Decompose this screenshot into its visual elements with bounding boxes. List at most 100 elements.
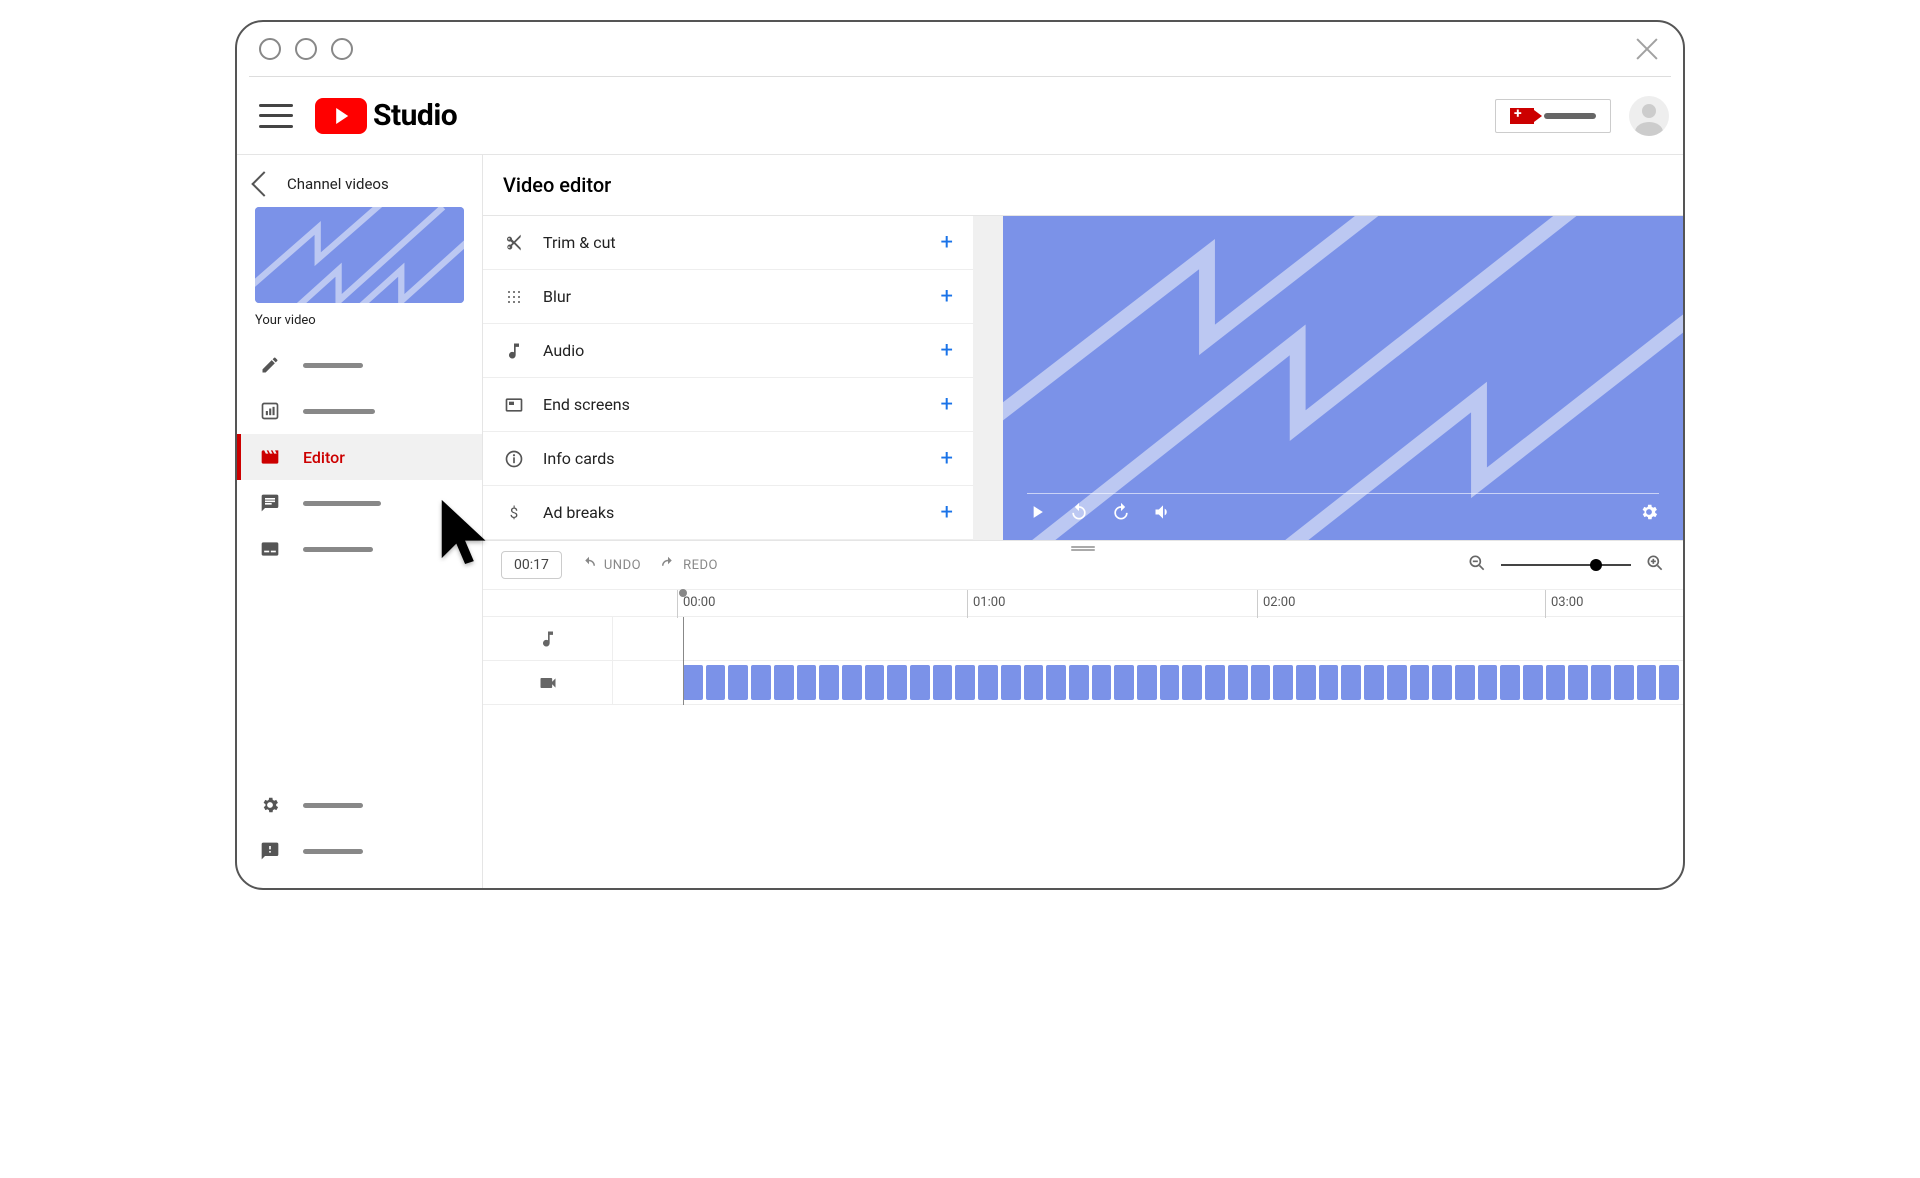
add-icon[interactable]: + <box>941 230 953 255</box>
create-video-icon <box>1510 108 1534 124</box>
clip-segment[interactable] <box>1500 665 1520 700</box>
clip-segment[interactable] <box>1614 665 1634 700</box>
forward10-icon[interactable] <box>1111 502 1131 526</box>
sidebar-item-comments[interactable] <box>237 480 482 526</box>
window-dot[interactable] <box>331 38 353 60</box>
clip-segment[interactable] <box>933 665 953 700</box>
clip-segment[interactable] <box>1114 665 1134 700</box>
clip-segment[interactable] <box>887 665 907 700</box>
sidebar-item-settings[interactable] <box>237 782 482 828</box>
clip-segment[interactable] <box>1637 665 1657 700</box>
clip-segment[interactable] <box>1659 665 1679 700</box>
playhead[interactable] <box>683 617 684 705</box>
audio-track[interactable] <box>613 617 1683 661</box>
redo-button[interactable]: REDO <box>659 555 718 575</box>
clip-segment[interactable] <box>683 665 703 700</box>
clip-segment[interactable] <box>1182 665 1202 700</box>
brand[interactable]: Studio <box>315 98 457 134</box>
play-icon[interactable] <box>1027 502 1047 526</box>
clip-segment[interactable] <box>1160 665 1180 700</box>
create-label-placeholder <box>1544 113 1596 119</box>
clip-segment[interactable] <box>1024 665 1044 700</box>
player-settings-icon[interactable] <box>1639 502 1659 526</box>
sidebar-item-details[interactable] <box>237 342 482 388</box>
clip-segment[interactable] <box>955 665 975 700</box>
window-dot[interactable] <box>295 38 317 60</box>
clip-segment[interactable] <box>1069 665 1089 700</box>
add-icon[interactable]: + <box>941 284 953 309</box>
add-icon[interactable]: + <box>941 500 953 525</box>
clip-segment[interactable] <box>1273 665 1293 700</box>
clip-segment[interactable] <box>1410 665 1430 700</box>
add-icon[interactable]: + <box>941 446 953 471</box>
tool-blur[interactable]: Blur + <box>483 270 973 324</box>
page-title: Video editor <box>483 155 1683 215</box>
zoom-out-icon[interactable] <box>1467 553 1487 577</box>
timeline-ruler[interactable]: 00:00 01:00 02:00 03:00 <box>483 589 1683 617</box>
tool-ad-breaks[interactable]: $ Ad breaks + <box>483 486 973 540</box>
video-preview[interactable] <box>1003 216 1683 540</box>
clip-segment[interactable] <box>751 665 771 700</box>
clip-segment[interactable] <box>1364 665 1384 700</box>
tool-end-screens[interactable]: End screens + <box>483 378 973 432</box>
clip-segment[interactable] <box>1205 665 1225 700</box>
add-icon[interactable]: + <box>941 338 953 363</box>
window-dot[interactable] <box>259 38 281 60</box>
track-audio-icon[interactable] <box>483 617 613 661</box>
create-button[interactable] <box>1495 99 1611 133</box>
scrub-bar[interactable] <box>1027 493 1659 494</box>
current-time[interactable]: 00:17 <box>501 551 562 579</box>
tool-trim-cut[interactable]: Trim & cut + <box>483 216 973 270</box>
sidebar-item-feedback[interactable] <box>237 828 482 874</box>
sidebar-item-analytics[interactable] <box>237 388 482 434</box>
clip-segment[interactable] <box>774 665 794 700</box>
clip-segment[interactable] <box>1046 665 1066 700</box>
undo-button[interactable]: UNDO <box>580 555 641 575</box>
feedback-icon <box>259 840 281 862</box>
volume-icon[interactable] <box>1153 502 1173 526</box>
clip-segment[interactable] <box>1546 665 1566 700</box>
back-to-channel-videos[interactable]: Channel videos <box>237 169 482 207</box>
tool-info-cards[interactable]: Info cards + <box>483 432 973 486</box>
nav-label-placeholder <box>303 363 363 368</box>
clip-segment[interactable] <box>1296 665 1316 700</box>
clip-segment[interactable] <box>706 665 726 700</box>
clip-segment[interactable] <box>1455 665 1475 700</box>
clip-segment[interactable] <box>728 665 748 700</box>
clip-segment[interactable] <box>1387 665 1407 700</box>
clip-segment[interactable] <box>819 665 839 700</box>
clip-segment[interactable] <box>910 665 930 700</box>
clip-segment[interactable] <box>1478 665 1498 700</box>
clip-segment[interactable] <box>842 665 862 700</box>
clip-segment[interactable] <box>1001 665 1021 700</box>
clip-segment[interactable] <box>978 665 998 700</box>
clip-segment[interactable] <box>1568 665 1588 700</box>
tool-label: Trim & cut <box>543 233 923 252</box>
zoom-slider[interactable] <box>1501 564 1631 566</box>
replay10-icon[interactable] <box>1069 502 1089 526</box>
clip-segment[interactable] <box>1341 665 1361 700</box>
redo-label: REDO <box>683 558 718 573</box>
clip-segment[interactable] <box>1228 665 1248 700</box>
close-icon[interactable] <box>1633 35 1661 63</box>
clip-segment[interactable] <box>865 665 885 700</box>
clip-segment[interactable] <box>1251 665 1271 700</box>
sidebar-item-subtitles[interactable] <box>237 526 482 572</box>
clip-segment[interactable] <box>1092 665 1112 700</box>
video-track[interactable] <box>613 661 1683 705</box>
drag-handle-icon[interactable] <box>1071 545 1095 553</box>
menu-icon[interactable] <box>259 104 293 128</box>
video-thumbnail[interactable] <box>255 207 464 303</box>
tool-audio[interactable]: Audio + <box>483 324 973 378</box>
clip-segment[interactable] <box>797 665 817 700</box>
clip-segment[interactable] <box>1523 665 1543 700</box>
clip-segment[interactable] <box>1137 665 1157 700</box>
account-avatar[interactable] <box>1629 96 1669 136</box>
clip-segment[interactable] <box>1319 665 1339 700</box>
clip-segment[interactable] <box>1432 665 1452 700</box>
sidebar-item-editor[interactable]: Editor <box>237 434 482 480</box>
add-icon[interactable]: + <box>941 392 953 417</box>
clip-segment[interactable] <box>1591 665 1611 700</box>
track-video-icon[interactable] <box>483 661 613 705</box>
zoom-in-icon[interactable] <box>1645 553 1665 577</box>
